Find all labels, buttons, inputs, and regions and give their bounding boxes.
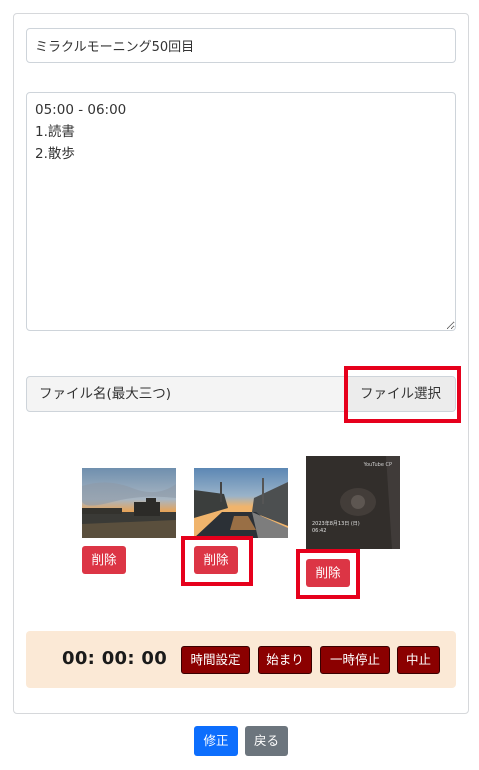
delete-image-button-2[interactable]: 削除	[194, 546, 238, 574]
time-setting-button[interactable]: 時間設定	[181, 646, 250, 674]
back-button[interactable]: 戻る	[245, 726, 288, 756]
photo-corner-text: YouTube CP	[363, 462, 392, 468]
file-select-button[interactable]: ファイル選択	[345, 377, 455, 411]
memo-textarea[interactable]	[26, 92, 456, 331]
edit-button[interactable]: 修正	[194, 726, 238, 756]
pause-button[interactable]: 一時停止	[320, 646, 390, 674]
river-sunset-photo-icon	[194, 468, 288, 538]
start-button[interactable]: 始まり	[258, 646, 312, 674]
image-thumbnail-2	[194, 468, 288, 538]
photo-time-text: 06:42	[312, 528, 327, 534]
delete-image-button-3[interactable]: 削除	[306, 559, 350, 587]
image-thumbnail-1	[82, 468, 176, 538]
timer-display: 00: 00: 00	[62, 648, 168, 669]
dark-screen-photo-icon	[306, 456, 400, 549]
photo-date-text: 2023年8月13日 (日)	[312, 521, 360, 527]
stop-button[interactable]: 中止	[397, 646, 440, 674]
file-input-group[interactable]: ファイル名(最大三つ) ファイル選択	[26, 376, 456, 412]
title-input[interactable]	[26, 28, 456, 63]
sunset-photo-icon	[82, 468, 176, 538]
timer-bar: 00: 00: 00 時間設定 始まり 一時停止 中止	[26, 631, 456, 688]
image-thumbnail-3: YouTube CP 2023年8月13日 (日) 06:42	[306, 456, 400, 549]
file-name-display: ファイル名(最大三つ)	[39, 386, 172, 402]
delete-image-button-1[interactable]: 削除	[82, 546, 126, 574]
